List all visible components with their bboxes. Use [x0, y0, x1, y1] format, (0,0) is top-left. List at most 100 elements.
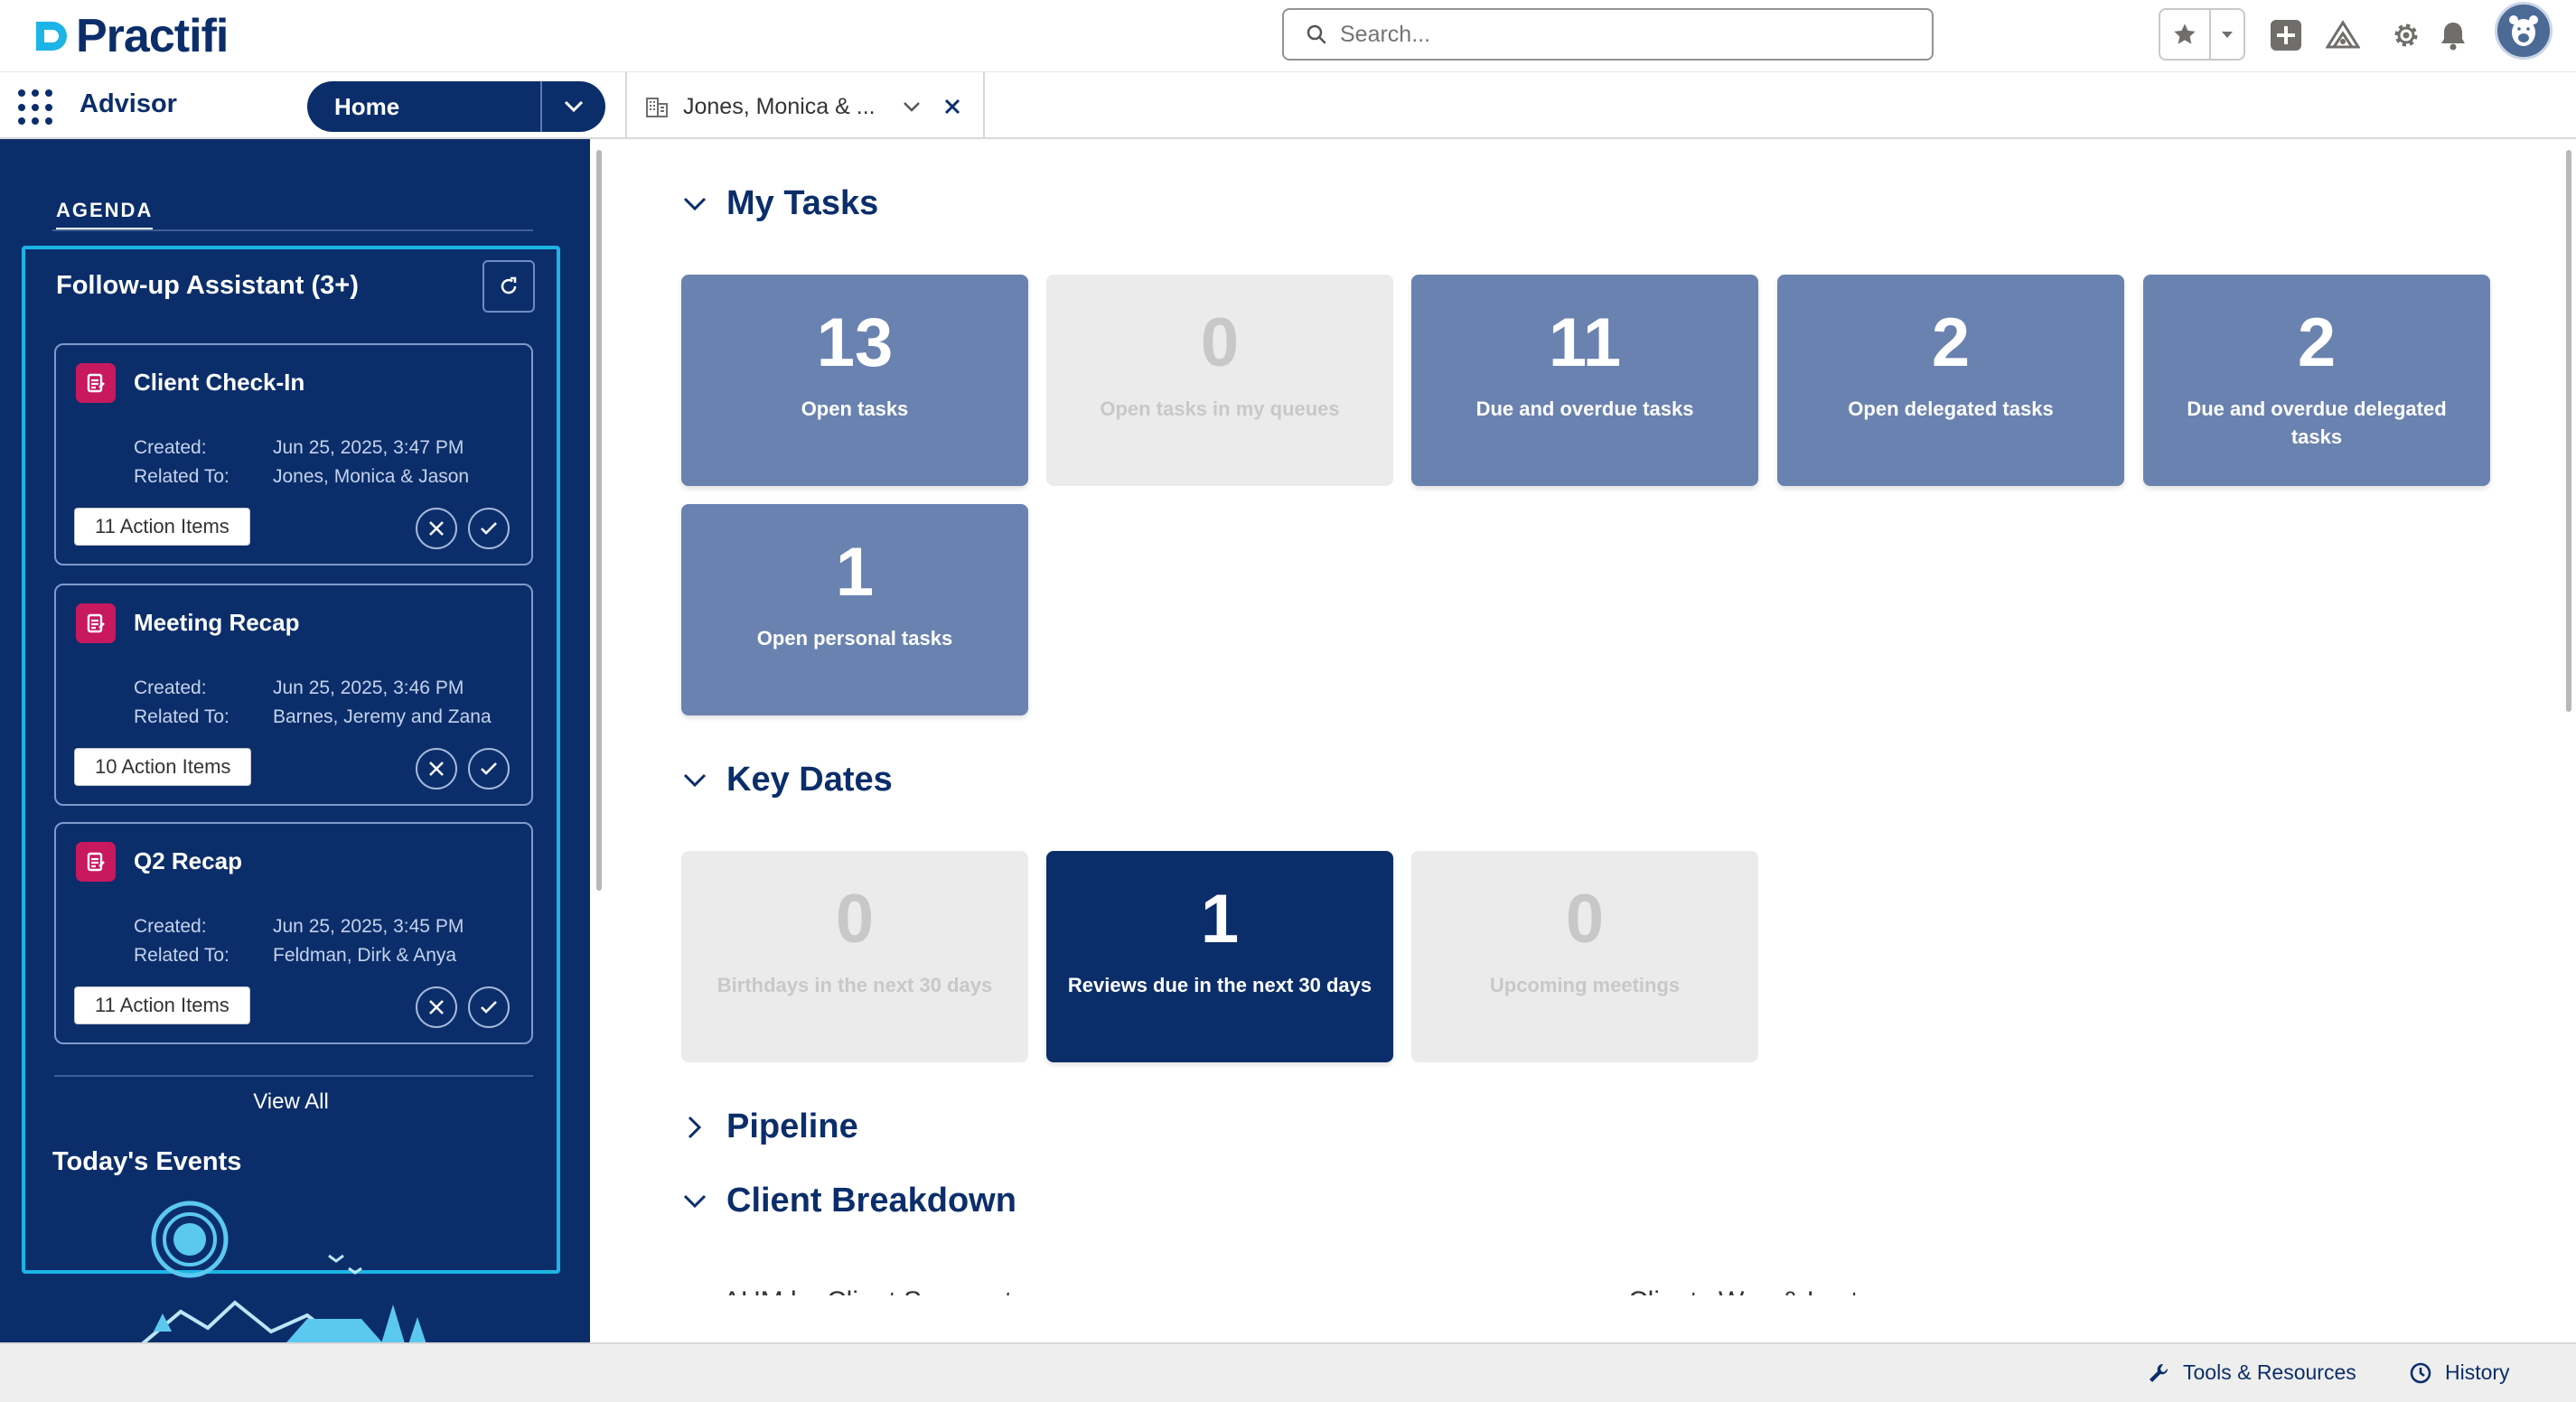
task-note-icon — [76, 842, 116, 882]
close-icon — [429, 762, 444, 776]
home-nav-dropdown-button[interactable] — [540, 81, 605, 132]
tile-label: Due and overdue tasks — [1475, 397, 1694, 420]
task-note-icon — [76, 363, 116, 403]
chart-title-clients-won-lost: Clients Won & Lost — [1628, 1286, 1859, 1295]
section-pipeline-header[interactable]: Pipeline — [681, 1108, 858, 1146]
task-tile[interactable]: 2 Due and overdue delegated tasks — [2143, 275, 2490, 486]
sidebar-scrollbar[interactable] — [596, 150, 602, 891]
task-tile[interactable]: 1 Open personal tasks — [681, 504, 1028, 715]
tools-resources-button[interactable]: Tools & Resources — [2147, 1360, 2356, 1385]
favorites-dropdown-button[interactable] — [2209, 10, 2243, 59]
bell-icon — [2441, 23, 2465, 51]
task-tile[interactable]: 11 Due and overdue tasks — [1411, 275, 1758, 486]
home-nav-menu[interactable]: Home — [307, 81, 605, 132]
dismiss-button[interactable] — [416, 748, 457, 790]
clock-icon — [2410, 1362, 2431, 1383]
tile-value: 11 — [1548, 304, 1622, 381]
app-launcher-icon[interactable] — [18, 89, 54, 126]
tab-separator — [625, 72, 627, 139]
chevron-down-icon[interactable] — [681, 1188, 708, 1215]
view-all-link[interactable]: View All — [25, 1089, 557, 1115]
notifications-button[interactable] — [2431, 13, 2476, 58]
section-title: Client Breakdown — [726, 1182, 1016, 1220]
section-title: My Tasks — [726, 184, 879, 222]
section-title: Pipeline — [726, 1108, 858, 1145]
card-title[interactable]: Q2 Recap — [134, 847, 242, 875]
close-icon[interactable] — [944, 98, 960, 115]
tile-value: 2 — [2297, 304, 2337, 381]
user-avatar[interactable] — [2495, 2, 2553, 60]
plus-square-icon — [2271, 20, 2301, 51]
tools-resources-label[interactable]: Tools & Resources — [2183, 1360, 2356, 1385]
followup-card[interactable]: Q2 Recap Created: Jun 25, 2025, 3:45 PM R… — [54, 822, 533, 1044]
global-search[interactable] — [1282, 8, 1934, 61]
task-tile[interactable]: 13 Open tasks — [681, 275, 1028, 486]
card-title[interactable]: Client Check-In — [134, 369, 304, 397]
wrench-icon — [2150, 1363, 2169, 1382]
chevron-right-icon[interactable] — [681, 1114, 708, 1141]
favorites-star-button[interactable] — [2160, 10, 2209, 59]
card-title[interactable]: Meeting Recap — [134, 609, 300, 637]
divider — [52, 229, 533, 231]
tile-label: Open tasks in my queues — [1100, 397, 1340, 420]
related-row: Related To: Feldman, Dirk & Anya — [134, 945, 457, 966]
created-row: Created: Jun 25, 2025, 3:46 PM — [134, 678, 464, 698]
tile-value: 0 — [1200, 304, 1240, 381]
tile-label: Birthdays in the next 30 days — [717, 974, 993, 996]
bear-avatar-icon — [2509, 15, 2538, 46]
refresh-button[interactable] — [482, 260, 535, 313]
history-label[interactable]: History — [2445, 1360, 2510, 1385]
caret-down-icon — [2222, 32, 2233, 38]
tab-agenda[interactable]: AGENDA — [56, 199, 154, 231]
trailhead-button[interactable] — [2320, 13, 2365, 58]
dismiss-button[interactable] — [416, 508, 457, 549]
tab-separator — [983, 72, 985, 139]
task-tile[interactable]: 0 Open tasks in my queues — [1046, 275, 1393, 486]
main-scrollbar[interactable] — [2566, 150, 2571, 712]
complete-button[interactable] — [468, 748, 510, 790]
tile-label: Open delegated tasks — [1848, 397, 2054, 420]
tile-value: 0 — [835, 881, 875, 958]
todays-events-title: Today's Events — [52, 1147, 242, 1176]
check-icon — [481, 522, 497, 535]
chevron-down-icon[interactable] — [903, 100, 921, 113]
complete-button[interactable] — [468, 986, 510, 1028]
created-row: Created: Jun 25, 2025, 3:45 PM — [134, 916, 464, 937]
section-my-tasks-header[interactable]: My Tasks — [681, 184, 878, 223]
tile-value: 13 — [816, 304, 894, 381]
related-row: Related To: Jones, Monica & Jason — [134, 466, 470, 487]
chevron-down-icon[interactable] — [681, 191, 708, 218]
key-date-tile[interactable]: 1 Reviews due in the next 30 days — [1046, 851, 1393, 1062]
tile-label: Due and overdue delegated tasks — [2187, 397, 2447, 448]
followup-card[interactable]: Client Check-In Created: Jun 25, 2025, 3:… — [54, 343, 533, 565]
action-items-button[interactable]: 11 Action Items — [74, 986, 250, 1024]
complete-button[interactable] — [468, 508, 510, 549]
app-navigation-bar: Advisor Home Jones, Monica & ... — [0, 72, 2576, 139]
action-items-button[interactable]: 10 Action Items — [74, 748, 252, 786]
setup-button[interactable] — [2384, 13, 2429, 58]
section-client-breakdown-header[interactable]: Client Breakdown — [681, 1182, 1016, 1220]
check-icon — [481, 1001, 497, 1014]
section-key-dates-header[interactable]: Key Dates — [681, 761, 893, 799]
record-tab[interactable]: Jones, Monica & ... — [645, 87, 960, 126]
action-items-button[interactable]: 11 Action Items — [74, 508, 250, 546]
home-nav-label[interactable]: Home — [307, 93, 540, 121]
key-date-tile[interactable]: 0 Upcoming meetings — [1411, 851, 1758, 1062]
favorites-group — [2159, 8, 2245, 61]
followup-card[interactable]: Meeting Recap Created: Jun 25, 2025, 3:46… — [54, 584, 533, 806]
followup-assistant-title: Follow-up Assistant (3+) — [56, 271, 359, 300]
tile-value: 0 — [1565, 881, 1605, 958]
dismiss-button[interactable] — [416, 986, 457, 1028]
global-header: Practifi — [0, 0, 2576, 72]
chevron-down-icon[interactable] — [681, 767, 708, 794]
search-input[interactable] — [1340, 21, 1882, 48]
divider — [54, 1075, 533, 1077]
main-content: My Tasks 13 Open tasks 0 Open tasks in m… — [614, 139, 2557, 1295]
history-button[interactable]: History — [2409, 1360, 2510, 1385]
practifi-logo[interactable]: Practifi — [31, 7, 229, 65]
key-date-tile[interactable]: 0 Birthdays in the next 30 days — [681, 851, 1028, 1062]
global-create-button[interactable] — [2263, 13, 2309, 58]
record-tab-label[interactable]: Jones, Monica & ... — [683, 94, 876, 120]
search-icon — [1307, 24, 1326, 44]
task-tile[interactable]: 2 Open delegated tasks — [1777, 275, 2124, 486]
